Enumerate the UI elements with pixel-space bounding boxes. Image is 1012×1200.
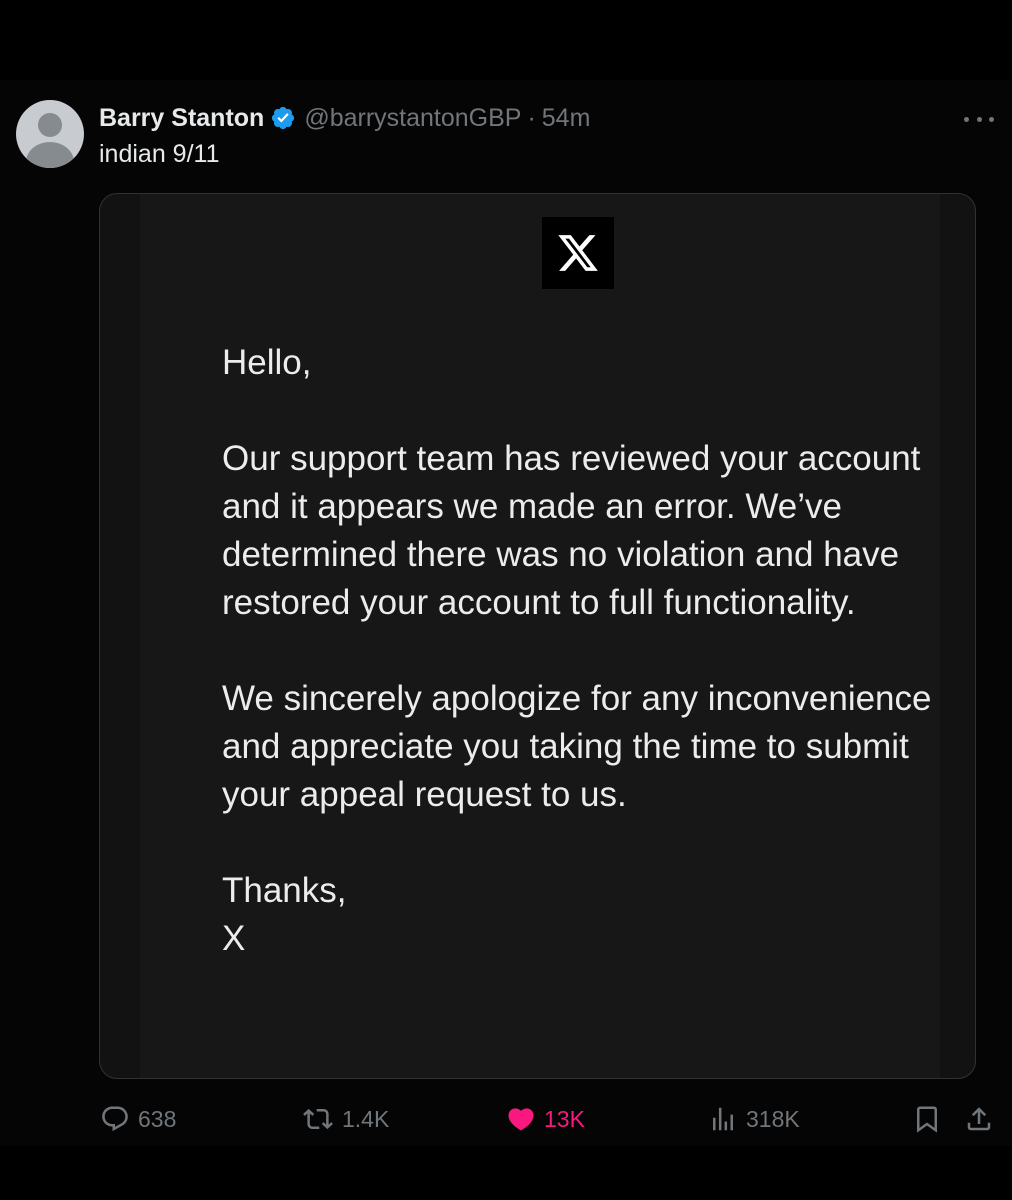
letter-paragraph-2: We sincerely apologize for any inconveni… — [222, 679, 932, 814]
x-logo-icon — [542, 217, 614, 289]
like-count: 13K — [544, 1105, 585, 1132]
verified-badge-icon[interactable] — [270, 105, 296, 131]
more-dot — [989, 116, 994, 122]
like-button[interactable]: 13K — [506, 1104, 585, 1134]
bottom-bar — [0, 1146, 1012, 1200]
media-card[interactable]: Hello, Our support team has reviewed you… — [99, 193, 976, 1079]
appeal-letter: Hello, Our support team has reviewed you… — [222, 339, 942, 963]
share-icon — [967, 1107, 991, 1131]
more-dot — [964, 116, 969, 122]
views-button[interactable]: 318K — [708, 1104, 800, 1134]
letter-signature: X — [222, 919, 246, 958]
repost-icon — [303, 1108, 333, 1130]
avatar[interactable] — [16, 100, 84, 168]
view-count: 318K — [746, 1105, 800, 1132]
letter-greeting: Hello, — [222, 343, 312, 382]
action-bar: 638 1.4K 13K 318K — [0, 1096, 1012, 1140]
bookmark-button[interactable] — [912, 1104, 950, 1134]
avatar-head — [38, 113, 62, 137]
tweet-text: indian 9/11 — [99, 140, 220, 168]
share-button[interactable] — [964, 1104, 1002, 1134]
reply-icon — [102, 1106, 128, 1132]
repost-count: 1.4K — [342, 1105, 390, 1132]
reply-count: 638 — [138, 1105, 177, 1132]
avatar-body — [26, 142, 74, 168]
more-dot — [976, 116, 982, 122]
media-image: Hello, Our support team has reviewed you… — [140, 194, 940, 1078]
repost-button[interactable]: 1.4K — [302, 1104, 389, 1134]
handle[interactable]: @barrystantonGBP — [304, 104, 521, 133]
reply-button[interactable]: 638 — [100, 1104, 176, 1134]
more-options-icon[interactable] — [964, 104, 994, 134]
letter-paragraph-1: Our support team has reviewed your accou… — [222, 439, 921, 622]
like-icon — [508, 1108, 534, 1131]
separator-dot: · — [527, 103, 536, 132]
letter-signoff: Thanks, — [222, 871, 347, 910]
tweet[interactable]: Barry Stanton @barrystantonGBP · 54m ind… — [0, 80, 1012, 1146]
tweet-header: Barry Stanton @barrystantonGBP · 54m — [99, 102, 590, 134]
views-icon — [713, 1107, 733, 1131]
bookmark-icon — [917, 1106, 937, 1133]
timestamp[interactable]: 54m — [542, 104, 591, 133]
top-bar — [0, 0, 1012, 80]
display-name[interactable]: Barry Stanton — [99, 104, 264, 133]
